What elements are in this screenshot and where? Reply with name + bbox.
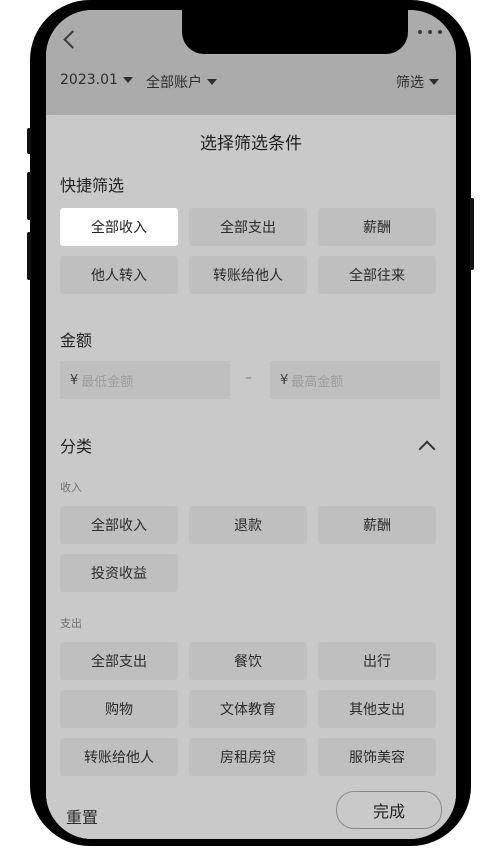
chevron-up-icon[interactable] — [418, 440, 436, 458]
max-amount-placeholder: 最高金额 — [291, 374, 344, 390]
quick-chip-all-income[interactable]: 全部收入 — [60, 208, 178, 246]
caret-down-icon — [122, 77, 133, 83]
reset-button[interactable]: 重置 — [66, 804, 98, 828]
caret-down-icon — [429, 79, 439, 85]
amount-separator: – — [245, 370, 252, 386]
account-label: 全部账户 — [146, 75, 202, 91]
min-amount-field[interactable]: ¥ 最低金额 — [60, 361, 230, 399]
back-icon[interactable] — [63, 30, 82, 49]
expense-chip-all[interactable]: 全部支出 — [60, 642, 178, 680]
mute-switch — [27, 128, 31, 154]
caret-down-icon — [207, 79, 217, 85]
currency-symbol: ¥ — [70, 372, 79, 388]
sheet-title: 选择筛选条件 — [200, 134, 302, 154]
quick-chip-transfer-in[interactable]: 他人转入 — [60, 256, 178, 294]
quick-chip-transfer-out[interactable]: 转账给他人 — [189, 256, 307, 294]
more-icon[interactable] — [418, 30, 442, 36]
power-button — [470, 198, 474, 270]
expense-chip-rent-mortgage[interactable]: 房租房贷 — [189, 738, 307, 776]
amount-title: 金额 — [60, 331, 93, 350]
income-subtitle: 收入 — [60, 481, 82, 494]
income-chip-salary[interactable]: 薪酬 — [318, 506, 436, 544]
expense-chip-other[interactable]: 其他支出 — [318, 690, 436, 728]
filter-label: 筛选 — [396, 75, 424, 91]
filter-sheet: 选择筛选条件 快捷筛选 全部收入 全部支出 薪酬 他人转入 转账给他人 全部往来… — [46, 115, 456, 839]
quick-chip-all-transactions[interactable]: 全部往来 — [318, 256, 436, 294]
income-chip-all[interactable]: 全部收入 — [60, 506, 178, 544]
month-selector[interactable]: 2023.01 — [60, 72, 133, 88]
account-selector[interactable]: 全部账户 — [146, 72, 217, 92]
expense-chip-apparel-beauty[interactable]: 服饰美容 — [318, 738, 436, 776]
expense-chip-shopping[interactable]: 购物 — [60, 690, 178, 728]
currency-symbol: ¥ — [280, 372, 289, 388]
filter-toggle[interactable]: 筛选 — [396, 72, 439, 92]
income-chip-refund[interactable]: 退款 — [189, 506, 307, 544]
camera-notch — [182, 10, 408, 54]
sheet-footer: 重置 完成 — [46, 789, 456, 839]
expense-chip-travel[interactable]: 出行 — [318, 642, 436, 680]
quick-chip-salary[interactable]: 薪酬 — [318, 208, 436, 246]
income-chip-investment[interactable]: 投资收益 — [60, 554, 178, 592]
expense-chip-dining[interactable]: 餐饮 — [189, 642, 307, 680]
max-amount-field[interactable]: ¥ 最高金额 — [270, 361, 440, 399]
expense-chip-transfer-out[interactable]: 转账给他人 — [60, 738, 178, 776]
done-button[interactable]: 完成 — [336, 791, 442, 829]
category-title: 分类 — [60, 437, 93, 456]
volume-down-button — [27, 232, 31, 280]
expense-subtitle: 支出 — [60, 617, 82, 630]
quick-chip-all-expense[interactable]: 全部支出 — [189, 208, 307, 246]
month-label: 2023.01 — [60, 72, 118, 88]
volume-up-button — [27, 172, 31, 220]
min-amount-placeholder: 最低金额 — [81, 374, 134, 390]
expense-chip-education[interactable]: 文体教育 — [189, 690, 307, 728]
phone-screen: 2023.01 全部账户 筛选 选择筛选条件 快捷筛选 全部收入 全部支出 薪酬… — [46, 10, 456, 839]
quick-filter-title: 快捷筛选 — [60, 176, 125, 195]
